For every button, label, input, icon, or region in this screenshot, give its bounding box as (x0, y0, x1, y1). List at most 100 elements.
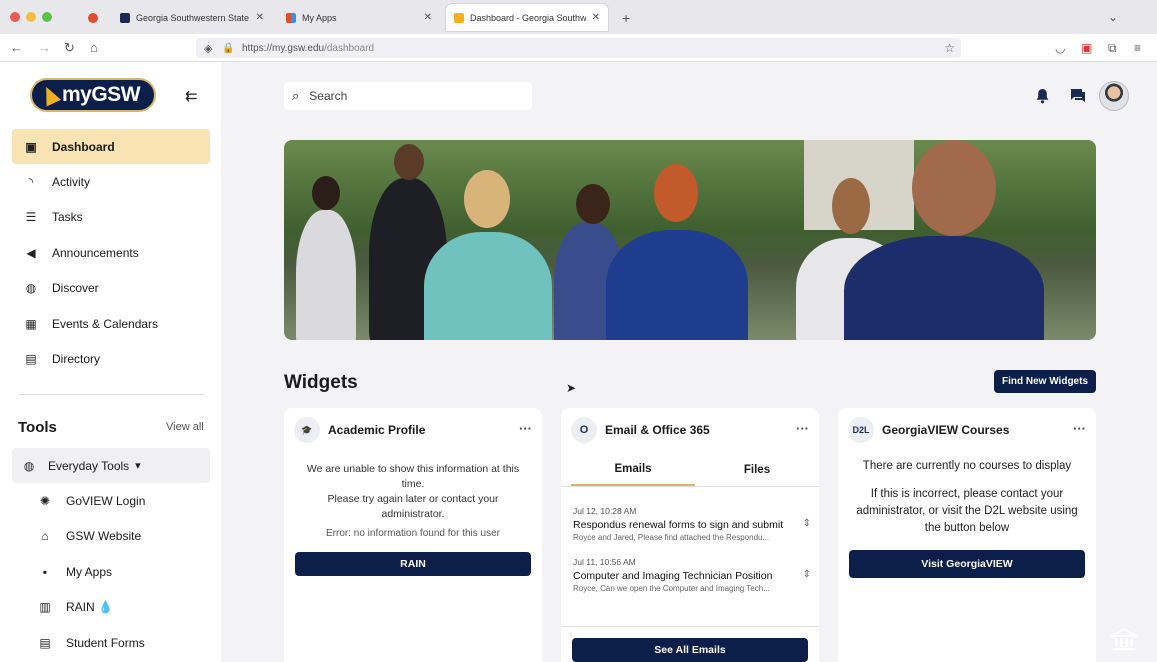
extension-badge-icon[interactable]: ▣ (1081, 40, 1092, 56)
card-header: D2L GeorgiaVIEW Courses ··· (848, 416, 1086, 444)
georgiaview-help: If this is incorrect, please contact you… (856, 488, 1078, 534)
tool-rain[interactable]: ▥ RAIN 💧 (36, 592, 210, 622)
office-icon: O (571, 417, 597, 443)
minimize-window-dot[interactable] (26, 12, 36, 22)
card-title: Email & Office 365 (605, 423, 710, 437)
email-tabs: Emails Files (561, 454, 819, 486)
tab-dashboard[interactable]: Dashboard - Georgia Southwest ✕ (446, 4, 608, 31)
tab-pinned[interactable] (80, 4, 108, 31)
close-tab-icon[interactable]: ✕ (256, 12, 264, 23)
megaphone-icon: ◀ (26, 245, 36, 260)
academic-profile-widget: 🎓 Academic Profile ··· We are unable to … (284, 408, 542, 662)
tool-goview-login[interactable]: ✺ GoVIEW Login (36, 486, 210, 516)
nav-events-calendars[interactable]: ▦ Events & Calendars (12, 306, 210, 341)
tool-gsw-website[interactable]: ⌂ GSW Website (36, 521, 210, 551)
user-avatar[interactable] (1099, 81, 1129, 111)
widgets-heading: Widgets (284, 372, 358, 393)
email-list-item[interactable]: Jul 11, 10:56 AM Computer and Imaging Te… (573, 557, 811, 601)
email-office365-widget: O Email & Office 365 ··· Emails Files Ju… (561, 408, 819, 662)
card-header: O Email & Office 365 ··· (571, 416, 809, 444)
tab-emails[interactable]: Emails (571, 454, 695, 486)
nav-discover[interactable]: ◍ Discover (12, 270, 210, 305)
zoom-window-dot[interactable] (42, 12, 52, 22)
caret-down-icon: ▾ (135, 460, 141, 472)
forward-arrow-icon[interactable]: → (38, 40, 51, 56)
bookmark-star-icon[interactable]: ☆ (944, 41, 955, 55)
tab-files[interactable]: Files (695, 454, 819, 486)
gsw-favicon-icon (120, 12, 130, 23)
no-courses-message: There are currently no courses to displa… (862, 460, 1072, 472)
nav-announcements[interactable]: ◀ Announcements (12, 235, 210, 270)
hero-student-head (312, 176, 340, 210)
tool-student-forms[interactable]: ▤ Student Forms (36, 628, 210, 658)
divider (561, 626, 819, 627)
d2l-icon: D2L (848, 417, 874, 443)
mygsw-favicon-icon (454, 12, 464, 23)
institution-icon (1109, 627, 1139, 653)
card-title: GeorgiaVIEW Courses (882, 423, 1010, 437)
expand-icon[interactable]: ⇕ (803, 569, 811, 580)
academic-error: Error: no information found for this use… (326, 528, 500, 539)
firefox-icon (88, 12, 98, 23)
more-options-icon[interactable]: ··· (796, 421, 809, 436)
reload-icon[interactable]: ↻ (64, 40, 75, 56)
dashboard-icon: ▣ (25, 139, 37, 154)
hero-student (296, 210, 356, 340)
close-window-dot[interactable] (10, 12, 20, 22)
shield-icon: ◈ (204, 42, 213, 55)
divider (561, 486, 819, 487)
collapse-sidebar-icon[interactable]: ⇇ (185, 87, 198, 105)
everyday-tools-dropdown[interactable]: ◍ Everyday Tools ▾ (12, 448, 210, 483)
hero-student (606, 230, 748, 340)
rss-icon: ◝ (28, 174, 34, 189)
more-options-icon[interactable]: ··· (519, 421, 532, 436)
lock-icon: 🔒 (222, 42, 235, 54)
hero-student-head (394, 144, 424, 180)
search-placeholder: Search (309, 89, 348, 103)
goview-icon: ✺ (39, 494, 51, 508)
email-list-item[interactable]: Jul 12, 10:28 AM Respondus renewal forms… (573, 506, 811, 550)
hero-student-head (912, 140, 996, 236)
academic-message: We are unable to show this information a… (306, 463, 520, 520)
contact-book-icon: ▤ (25, 351, 37, 366)
hero-student-head (576, 184, 610, 224)
tools-heading: Tools (18, 419, 57, 436)
expand-icon[interactable]: ⇕ (803, 518, 811, 529)
extensions-icon[interactable]: ⧉ (1108, 40, 1117, 56)
card-title: Academic Profile (328, 423, 426, 437)
close-tab-icon[interactable]: ✕ (424, 12, 432, 23)
browser-toolbar: ← → ↻ ⌂ ◈ 🔒 https://my.gsw.edu/dashboard… (0, 34, 1157, 62)
pocket-icon[interactable]: ◡ (1055, 40, 1065, 56)
nav-dashboard[interactable]: ▣ Dashboard (12, 129, 210, 164)
calendar-icon: ▦ (25, 316, 37, 331)
tool-my-apps[interactable]: ▪ My Apps (36, 557, 210, 587)
sidebar-divider (18, 394, 204, 395)
new-tab-button[interactable]: + (614, 4, 638, 31)
chat-icon[interactable] (1070, 88, 1086, 106)
nav-directory[interactable]: ▤ Directory (12, 341, 210, 376)
microsoft-favicon-icon (286, 12, 296, 23)
rain-button[interactable]: RAIN (295, 552, 531, 576)
see-all-emails-button[interactable]: See All Emails (572, 638, 808, 662)
hero-student-head (464, 170, 510, 228)
back-arrow-icon[interactable]: ← (10, 40, 23, 56)
tab-list-chevron-icon[interactable]: ⌄ (1108, 9, 1118, 25)
cursor-logo-icon (38, 83, 62, 107)
tab-my-apps[interactable]: My Apps ✕ (278, 4, 440, 31)
nav-activity[interactable]: ◝ Activity (12, 164, 210, 199)
hero-banner-image (284, 140, 1096, 340)
bell-icon[interactable] (1035, 88, 1050, 107)
more-options-icon[interactable]: ··· (1073, 421, 1086, 436)
sidebar: myGSW ⇇ ▣ Dashboard ◝ Activity ☰ Tasks ◀… (0, 62, 221, 662)
menu-icon[interactable]: ≡ (1134, 40, 1141, 56)
mygsw-logo[interactable]: myGSW (30, 78, 156, 112)
find-new-widgets-button[interactable]: Find New Widgets (994, 370, 1096, 393)
nav-tasks[interactable]: ☰ Tasks (12, 199, 210, 234)
tab-gsw-site[interactable]: Georgia Southwestern State Uni ✕ (112, 4, 272, 31)
url-field[interactable]: ◈ 🔒 https://my.gsw.edu/dashboard ☆ (196, 38, 961, 58)
home-icon[interactable]: ⌂ (90, 40, 98, 56)
search-input[interactable]: ⌕ Search (284, 82, 532, 110)
close-tab-icon[interactable]: ✕ (592, 12, 600, 23)
tools-view-all-link[interactable]: View all (166, 421, 204, 433)
visit-georgiaview-button[interactable]: Visit GeorgiaVIEW (849, 550, 1085, 578)
